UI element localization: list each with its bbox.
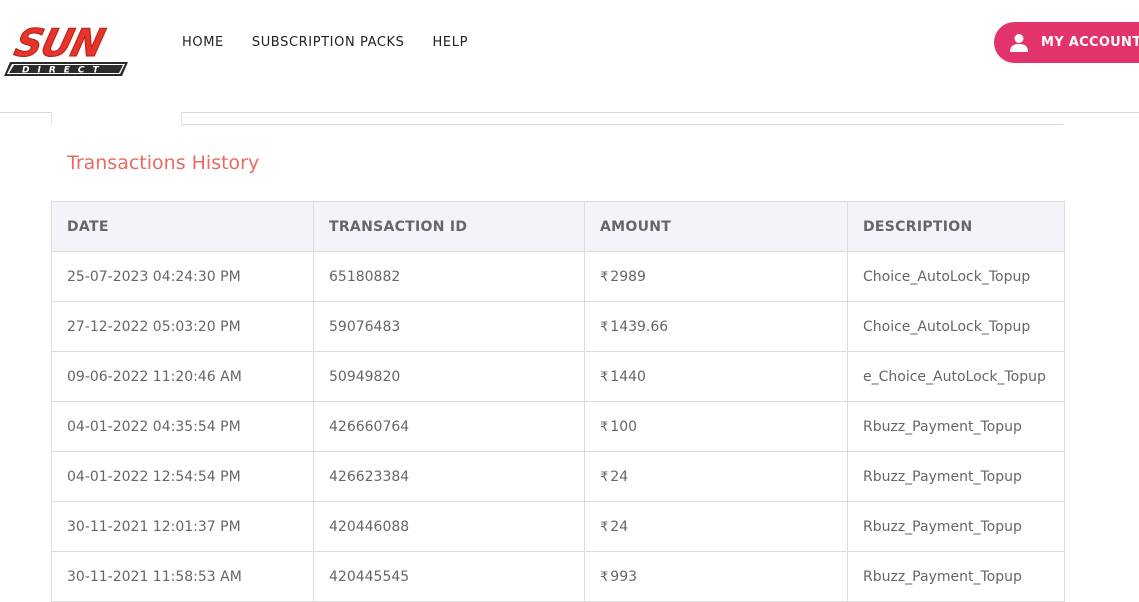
column-header-date: DATE [51, 201, 314, 252]
table-row: 04-01-2022 12:54:54 PM 426623384 ₹24 Rbu… [51, 451, 1065, 502]
cell-amount: ₹1440 [584, 351, 848, 402]
rupee-icon: ₹ [600, 269, 609, 285]
cell-amount: ₹2989 [584, 251, 848, 302]
cell-description: e_Choice_AutoLock_Topup [847, 351, 1065, 402]
cell-transaction-id: 65180882 [313, 251, 585, 302]
tab-active[interactable] [51, 112, 182, 124]
rupee-icon: ₹ [600, 369, 609, 385]
section-title: Transactions History [67, 152, 260, 174]
column-header-amount: AMOUNT [584, 201, 848, 252]
tab-strip [51, 112, 1063, 125]
site-header: SUN DIRECT HOME SUBSCRIPTION PACKS HELP … [0, 0, 1139, 113]
user-icon [1010, 33, 1028, 52]
transactions-table: DATE TRANSACTION ID AMOUNT DESCRIPTION 2… [51, 201, 1065, 602]
nav-help[interactable]: HELP [433, 35, 468, 50]
cell-date: 04-01-2022 12:54:54 PM [51, 451, 314, 502]
cell-description: Choice_AutoLock_Topup [847, 301, 1065, 352]
cell-transaction-id: 420446088 [313, 501, 585, 552]
amount-value: 24 [610, 468, 629, 485]
cell-date: 30-11-2021 11:58:53 AM [51, 551, 314, 602]
column-header-description: DESCRIPTION [847, 201, 1065, 252]
cell-transaction-id: 50949820 [313, 351, 585, 402]
table-row: 30-11-2021 12:01:37 PM 420446088 ₹24 Rbu… [51, 501, 1065, 552]
cell-transaction-id: 59076483 [313, 301, 585, 352]
cell-amount: ₹100 [584, 401, 848, 452]
table-header-row: DATE TRANSACTION ID AMOUNT DESCRIPTION [51, 201, 1065, 252]
rupee-icon: ₹ [600, 569, 609, 585]
rupee-icon: ₹ [600, 469, 609, 485]
cell-transaction-id: 426660764 [313, 401, 585, 452]
cell-date: 27-12-2022 05:03:20 PM [51, 301, 314, 352]
cell-date: 30-11-2021 12:01:37 PM [51, 501, 314, 552]
amount-value: 1440 [610, 368, 646, 385]
logo-subtitle: DIRECT [22, 66, 107, 76]
cell-amount: ₹24 [584, 501, 848, 552]
cell-amount: ₹993 [584, 551, 848, 602]
tab-divider [181, 124, 1063, 125]
my-account-button[interactable]: MY ACCOUNT [994, 22, 1139, 63]
amount-value: 1439.66 [610, 318, 669, 335]
table-row: 30-11-2021 11:58:53 AM 420445545 ₹993 Rb… [51, 551, 1065, 602]
cell-date: 04-01-2022 04:35:54 PM [51, 401, 314, 452]
sun-direct-logo[interactable]: SUN DIRECT [0, 18, 140, 80]
cell-description: Rbuzz_Payment_Topup [847, 451, 1065, 502]
table-row: 09-06-2022 11:20:46 AM 50949820 ₹1440 e_… [51, 351, 1065, 402]
nav-home[interactable]: HOME [182, 35, 224, 50]
rupee-icon: ₹ [600, 419, 609, 435]
table-row: 27-12-2022 05:03:20 PM 59076483 ₹1439.66… [51, 301, 1065, 352]
cell-description: Rbuzz_Payment_Topup [847, 551, 1065, 602]
cell-transaction-id: 426623384 [313, 451, 585, 502]
cell-description: Rbuzz_Payment_Topup [847, 401, 1065, 452]
column-header-transaction-id: TRANSACTION ID [313, 201, 585, 252]
rupee-icon: ₹ [600, 319, 609, 335]
cell-date: 25-07-2023 04:24:30 PM [51, 251, 314, 302]
cell-date: 09-06-2022 11:20:46 AM [51, 351, 314, 402]
cell-amount: ₹24 [584, 451, 848, 502]
main-nav: HOME SUBSCRIPTION PACKS HELP [182, 35, 496, 50]
rupee-icon: ₹ [600, 519, 609, 535]
logo-wordmark: SUN [10, 22, 109, 66]
cell-description: Choice_AutoLock_Topup [847, 251, 1065, 302]
amount-value: 24 [610, 518, 629, 535]
table-row: 04-01-2022 04:35:54 PM 426660764 ₹100 Rb… [51, 401, 1065, 452]
my-account-label: MY ACCOUNT [1041, 35, 1139, 50]
cell-transaction-id: 420445545 [313, 551, 585, 602]
nav-subscription-packs[interactable]: SUBSCRIPTION PACKS [252, 35, 405, 50]
amount-value: 2989 [610, 268, 646, 285]
table-row: 25-07-2023 04:24:30 PM 65180882 ₹2989 Ch… [51, 251, 1065, 302]
cell-description: Rbuzz_Payment_Topup [847, 501, 1065, 552]
amount-value: 100 [610, 418, 638, 435]
amount-value: 993 [610, 568, 638, 585]
cell-amount: ₹1439.66 [584, 301, 848, 352]
